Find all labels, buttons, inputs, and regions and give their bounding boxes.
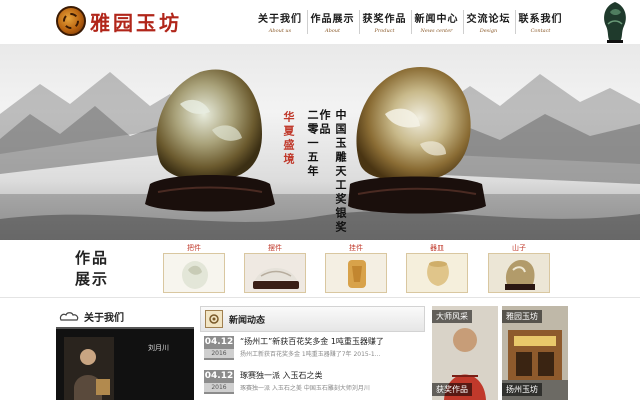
about-header: 关于我们 xyxy=(56,305,194,329)
hero-banner: 华夏盛境 二零一五年 中国玉雕天工奖银奖作品 xyxy=(0,44,640,240)
news-date-year: 2016 xyxy=(204,383,234,392)
nav-label: 获奖作品 xyxy=(362,14,407,25)
work-thumb-shanzi[interactable]: 山子 xyxy=(488,243,550,293)
work-thumb-label: 把件 xyxy=(187,244,201,252)
tile-label: 扬州玉坊 xyxy=(502,383,542,396)
work-thumb-guajian[interactable]: 挂件 xyxy=(325,243,387,293)
about-body[interactable]: 刘月川 xyxy=(56,329,194,400)
work-thumb-image xyxy=(406,253,468,293)
cloud-icon xyxy=(59,312,79,321)
work-thumb-baijian[interactable]: 摆件 xyxy=(244,243,306,293)
work-thumb-qimin[interactable]: 器皿 xyxy=(406,243,468,293)
works-showcase: 作品展示 把件 摆件 挂件 器皿 山子 xyxy=(0,240,640,298)
nav-label: 新闻中心 xyxy=(414,14,459,25)
news-item-title[interactable]: “扬州工”新获百花奖多金 1吨重玉器赚了 xyxy=(240,336,384,347)
news-title: 新闻动态 xyxy=(229,315,266,326)
work-thumb-label: 山子 xyxy=(512,244,526,252)
news-header: 新闻动态 xyxy=(200,306,425,332)
site-logo[interactable]: 雅园玉坊 xyxy=(56,6,182,36)
tile-master-style[interactable]: 大师风采 获奖作品 xyxy=(432,306,498,400)
work-thumb-image xyxy=(325,253,387,293)
work-thumb-image xyxy=(488,253,550,293)
work-thumb-label: 摆件 xyxy=(268,244,282,252)
news-item-desc: 琢赛独一派 入玉石之美 中国玉石雕刻大师刘月川 xyxy=(240,385,370,392)
master-name: 刘月川 xyxy=(148,344,169,352)
nav-item-works[interactable]: 作品展示 About xyxy=(307,10,359,34)
works-title: 作品展示 xyxy=(74,249,109,288)
work-thumb-label: 挂件 xyxy=(349,244,363,252)
logo-text: 雅园玉坊 xyxy=(90,10,182,35)
nav-item-contact[interactable]: 联系我们 Contact xyxy=(515,10,567,34)
banner-caption-left: 中国玉雕天工奖银奖作品 xyxy=(318,109,347,235)
work-thumb-label: 器皿 xyxy=(430,244,444,252)
nav-sublabel: About us xyxy=(268,28,292,34)
news-date-md: 04.12 xyxy=(204,337,234,347)
news-date-md: 04.12 xyxy=(204,371,234,381)
tile-label: 雅园玉坊 xyxy=(502,310,542,323)
news-panel: 新闻动态 04.12 2016 “扬州工”新获百花奖多金 1吨重玉器赚了 扬州工… xyxy=(200,306,425,400)
work-thumb-image xyxy=(244,253,306,293)
news-item-desc: 扬州工新获百花奖多金 1吨重玉器赚了7年 2015-1... xyxy=(240,351,381,358)
news-date: 04.12 2016 xyxy=(204,370,234,394)
feature-tiles: 大师风采 获奖作品 雅园玉坊 扬州玉坊 xyxy=(432,306,568,400)
nav-label: 联系我们 xyxy=(518,14,563,25)
nav-label: 关于我们 xyxy=(258,14,302,25)
stand-right xyxy=(348,176,486,214)
news-date-year: 2016 xyxy=(204,349,234,358)
nav-item-news[interactable]: 新闻中心 News center xyxy=(411,10,463,34)
stand-left xyxy=(145,175,275,212)
nav-sublabel: News center xyxy=(420,28,453,34)
work-thumb-bajian[interactable]: 把件 xyxy=(163,243,225,293)
news-icon xyxy=(205,310,223,328)
site-header: 雅园玉坊 关于我们 About us 作品展示 About 获奖作品 Produ… xyxy=(0,0,640,44)
tile-label: 获奖作品 xyxy=(432,383,472,396)
tile-label: 大师风采 xyxy=(432,310,472,323)
jade-piece-left xyxy=(156,69,262,181)
master-photo xyxy=(64,337,114,400)
news-item-title[interactable]: 琢赛独一派 入玉石之类 xyxy=(240,370,323,381)
banner-red-caption: 华夏盛境 xyxy=(282,111,295,167)
nav-label: 作品展示 xyxy=(310,14,355,25)
nav-sublabel: Product xyxy=(374,28,395,34)
nav-label: 交流论坛 xyxy=(466,14,511,25)
nav-sublabel: About xyxy=(324,28,341,34)
news-item[interactable]: 04.12 2016 “扬州工”新获百花奖多金 1吨重玉器赚了 扬州工新获百花奖… xyxy=(200,336,425,366)
jade-carving-icon xyxy=(604,2,626,43)
nav-item-about-us[interactable]: 关于我们 About us xyxy=(255,10,307,34)
logo-seal-icon xyxy=(56,6,86,36)
about-title: 关于我们 xyxy=(84,312,124,324)
about-panel: 关于我们 刘月川 xyxy=(56,305,194,400)
nav-sublabel: Design xyxy=(479,28,498,34)
news-item[interactable]: 04.12 2016 琢赛独一派 入玉石之类 琢赛独一派 入玉石之美 中国玉石雕… xyxy=(200,370,425,400)
news-date: 04.12 2016 xyxy=(204,336,234,360)
main-nav: 关于我们 About us 作品展示 About 获奖作品 Product 新闻… xyxy=(255,10,567,34)
nav-item-forum[interactable]: 交流论坛 Design xyxy=(463,10,515,34)
tile-shop[interactable]: 雅园玉坊 扬州玉坊 xyxy=(502,306,568,400)
nav-sublabel: Contact xyxy=(530,28,551,34)
work-thumb-image xyxy=(163,253,225,293)
nav-item-awards[interactable]: 获奖作品 Product xyxy=(359,10,411,34)
